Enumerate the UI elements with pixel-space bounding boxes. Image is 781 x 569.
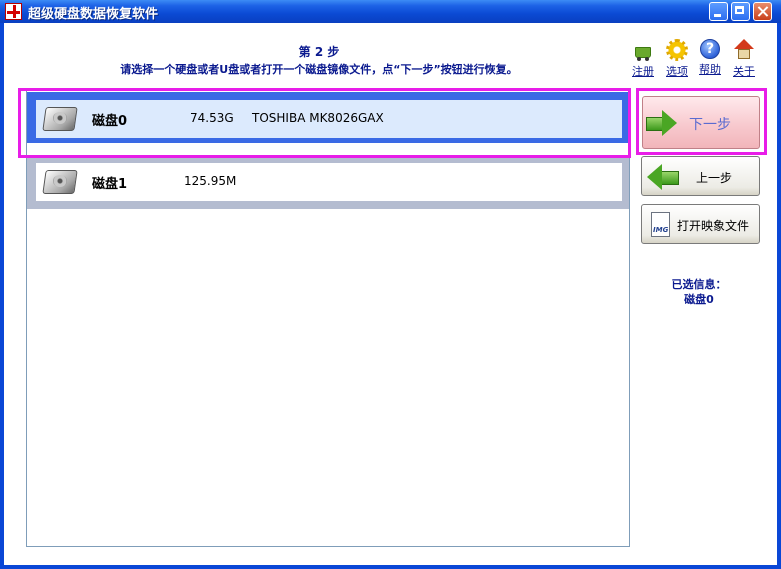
help-link[interactable]: 帮助 xyxy=(695,39,725,77)
about-link[interactable]: 关于 xyxy=(729,39,759,79)
next-step-button[interactable]: 下一步 xyxy=(642,96,760,149)
options-label: 选项 xyxy=(666,65,688,78)
hard-disk-icon xyxy=(42,103,78,133)
app-window: 超级硬盘数据恢复软件 第 2 步 请选择一个硬盘或者U盘或者打开一个磁盘镜像文件… xyxy=(0,0,781,569)
open-image-label: 打开映象文件 xyxy=(677,219,750,233)
cart-check-icon xyxy=(632,39,654,61)
disk-row-1-content[interactable]: 磁盘1 125.95M xyxy=(36,163,622,201)
options-link[interactable]: 选项 xyxy=(662,39,692,79)
app-cross-icon[interactable] xyxy=(5,3,22,20)
image-file-icon: IMG xyxy=(651,212,670,237)
step-title: 第 2 步 xyxy=(298,45,340,59)
disk-list[interactable]: 磁盘0 74.53G TOSHIBA MK8026GAX 磁盘1 125.95M xyxy=(26,89,630,547)
disk-row-0-content[interactable]: 磁盘0 74.53G TOSHIBA MK8026GAX xyxy=(36,100,622,138)
house-icon xyxy=(733,39,755,61)
hard-disk-icon xyxy=(42,166,78,196)
help-icon xyxy=(700,39,720,59)
disk-row-1[interactable]: 磁盘1 125.95M xyxy=(27,158,629,209)
arrow-right-icon xyxy=(646,110,678,136)
selected-info-value: 磁盘0 xyxy=(684,293,714,306)
help-label: 帮助 xyxy=(699,63,721,76)
disk-row-0[interactable]: 磁盘0 74.53G TOSHIBA MK8026GAX xyxy=(27,92,629,143)
client-area: 第 2 步 请选择一个硬盘或者U盘或者打开一个磁盘镜像文件，点“下一步”按钮进行… xyxy=(4,23,777,565)
arrow-left-icon xyxy=(647,164,679,190)
register-link[interactable]: 注册 xyxy=(628,39,658,79)
step-instructions: 请选择一个硬盘或者U盘或者打开一个磁盘镜像文件，点“下一步”按钮进行恢复。 xyxy=(120,63,518,76)
window-title: 超级硬盘数据恢复软件 xyxy=(28,7,159,22)
about-label: 关于 xyxy=(733,65,755,78)
minimize-button[interactable] xyxy=(709,2,728,21)
prev-step-label: 上一步 xyxy=(696,171,733,185)
disk-size: 125.95M xyxy=(184,174,237,188)
disk-name: 磁盘0 xyxy=(92,114,128,129)
prev-step-button[interactable]: 上一步 xyxy=(641,156,760,196)
next-step-label: 下一步 xyxy=(689,117,731,133)
title-bar[interactable]: 超级硬盘数据恢复软件 xyxy=(0,0,781,23)
disk-name: 磁盘1 xyxy=(92,177,128,192)
maximize-button[interactable] xyxy=(731,2,750,21)
gear-icon xyxy=(666,39,688,61)
disk-size: 74.53G xyxy=(190,111,234,125)
selected-info-label: 已选信息： xyxy=(671,278,727,291)
open-image-button[interactable]: IMG 打开映象文件 xyxy=(641,204,760,244)
disk-model: TOSHIBA MK8026GAX xyxy=(252,111,384,125)
register-label: 注册 xyxy=(632,65,654,78)
close-button[interactable] xyxy=(753,2,772,21)
image-file-icon-text: IMG xyxy=(653,226,669,234)
